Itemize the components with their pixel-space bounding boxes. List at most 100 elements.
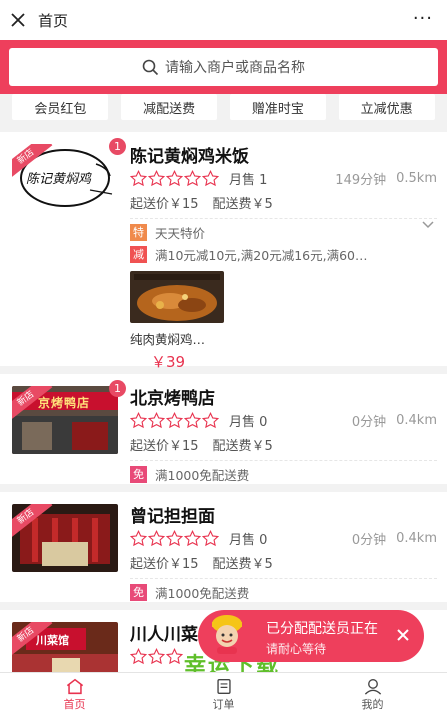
dish-name: 纯肉黄焖鸡… [130,332,206,347]
nav-home[interactable]: 首页 [0,673,149,712]
cart-count-badge: 1 [109,380,126,397]
dish-image [130,271,224,323]
courier-assigned-toast[interactable]: 已分配配送员正在 请耐心等待 [198,610,424,662]
star-icon [130,529,147,546]
rating-stars [130,529,219,547]
distance: 0.5km [396,170,437,186]
cart-count-badge: 1 [109,138,126,155]
shop-card[interactable]: 京烤鸭店 新店 1 北京烤鸭店 月售 0 0分钟 0.4km 起送价￥15 配送… [0,374,447,484]
more-menu-button[interactable]: ··· [413,8,433,29]
delivery-time: 0分钟 [351,414,387,430]
rating-stars [130,169,219,187]
promo-text: 满10元减10元,满20元减16元,满60… [155,247,368,263]
shop-card[interactable]: 新店 曾记担担面 月售 0 0分钟 0.4km 起送价￥15 配送费￥5 免 满… [0,492,447,602]
featured-dish[interactable]: 纯肉黄焖鸡… ￥39 [130,271,226,372]
rating-stars [130,411,219,429]
nav-label: 我的 [361,698,384,711]
shop-name: 北京烤鸭店 [130,389,215,409]
special-tag: 特 [130,223,147,241]
toast-subtitle: 请耐心等待 [266,642,327,656]
delivery-fee: 配送费￥5 [212,196,273,212]
app-page: 首页 ··· 请输入商户或商品名称 会员红包 减配送费 赠准时宝 立减优惠 陈记… [0,0,447,712]
filter-member-coupon[interactable]: 会员红包 [12,94,109,120]
search-icon [142,59,159,75]
nav-orders[interactable]: 订单 [149,673,298,712]
min-order: 起送价￥15 [130,438,199,454]
min-order: 起送价￥15 [130,196,199,212]
top-bar: 首页 ··· [0,0,447,40]
star-icon [166,411,183,428]
delivery-time: 149分钟 [335,172,387,188]
star-icon [166,169,183,186]
nav-label: 首页 [63,698,86,711]
toast-title: 已分配配送员正在 [266,621,378,637]
nav-profile[interactable]: 我的 [298,673,447,712]
shop-thumbnail: 陈记黄焖鸡 新店 [12,144,118,212]
discount-tag: 减 [130,245,147,263]
filter-reduced-delivery[interactable]: 减配送费 [121,94,218,120]
page-title: 首页 [38,11,69,30]
search-placeholder: 请输入商户或商品名称 [165,60,305,76]
star-icon [148,647,165,664]
close-icon[interactable] [392,624,414,646]
shop-thumbnail: 京烤鸭店 新店 [12,386,118,454]
close-icon [11,13,25,27]
star-icon [184,411,201,428]
home-icon [66,678,83,695]
star-icon [184,529,201,546]
star-icon [148,529,165,546]
divider [130,460,437,461]
filter-instant-discount[interactable]: 立减优惠 [338,94,435,120]
shop-sign-text: 川菜馆 [36,634,69,647]
monthly-sales: 月售 0 [229,414,268,430]
distance: 0.4km [396,412,437,428]
promo-row: 免 满1000免配送费 [130,581,437,603]
dish-price: ￥39 [150,353,186,371]
star-icon [202,529,219,546]
shop-card[interactable]: 陈记黄焖鸡 新店 1 陈记黄焖鸡米饭 月售 1 149分钟 0.5km 起送价￥… [0,132,447,371]
star-icon [184,169,201,186]
promo-row: 特 天天特价 [130,221,437,243]
shop-logo-text: 陈记黄焖鸡 [26,172,92,187]
rating-stars [130,647,183,665]
star-icon [148,169,165,186]
promo-row: 减 满10元减10元,满20元减16元,满60… [130,243,437,265]
divider [130,578,437,579]
shop-name: 曾记担担面 [130,507,215,527]
close-button[interactable] [0,0,36,40]
shop-sign-text: 京烤鸭店 [38,396,91,410]
user-icon [364,679,381,695]
star-icon [148,411,165,428]
nav-label: 订单 [212,698,235,711]
free-delivery-tag: 免 [130,465,147,483]
search-input[interactable]: 请输入商户或商品名称 [9,48,438,86]
filter-on-time-guarantee[interactable]: 赠准时宝 [229,94,326,120]
monthly-sales: 月售 1 [229,172,268,188]
chevron-down-icon[interactable] [421,220,435,230]
orders-icon [216,679,231,694]
promo-text: 天天特价 [155,225,206,241]
delivery-time: 0分钟 [351,532,387,548]
star-icon [166,529,183,546]
min-order: 起送价￥15 [130,556,199,572]
distance: 0.4km [396,530,437,546]
promo-row: 免 满1000免配送费 [130,463,437,485]
shop-name: 陈记黄焖鸡米饭 [130,147,249,167]
divider [130,218,437,219]
filter-bar: 会员红包 减配送费 赠准时宝 立减优惠 [0,94,447,124]
courier-avatar-icon [212,615,242,654]
promo-text: 满1000免配送费 [155,467,250,483]
free-delivery-tag: 免 [130,583,147,601]
star-icon [130,647,147,664]
search-bar: 请输入商户或商品名称 [0,40,447,94]
delivery-fee: 配送费￥5 [212,556,273,572]
delivery-fee: 配送费￥5 [212,438,273,454]
promo-text: 满1000免配送费 [155,585,250,601]
star-icon [130,169,147,186]
shop-thumbnail: 新店 [12,504,118,572]
star-icon [202,411,219,428]
bottom-nav: 首页 订单 我的 [0,672,447,712]
star-icon [202,169,219,186]
star-icon [166,647,183,664]
star-icon [130,411,147,428]
